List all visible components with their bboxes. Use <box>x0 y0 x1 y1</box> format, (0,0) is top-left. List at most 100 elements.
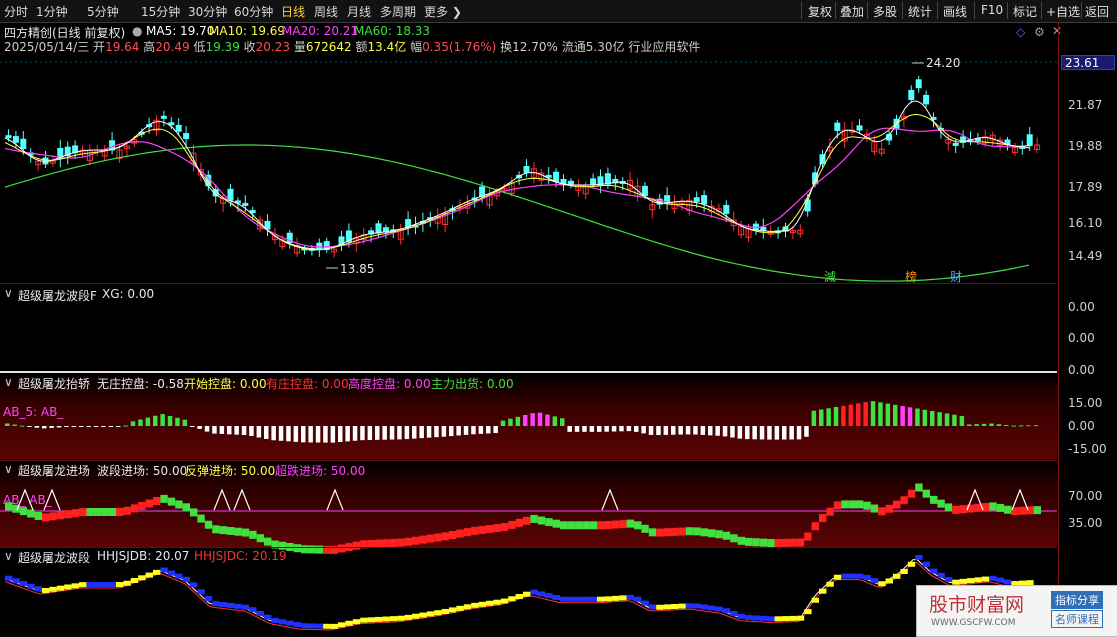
band-segment <box>819 588 827 594</box>
band-segment <box>175 573 183 579</box>
y-tick: 70.00 <box>1068 489 1103 503</box>
back-button[interactable]: 返回 <box>1085 3 1109 20</box>
y-tick: 17.89 <box>1068 180 1103 194</box>
band-segment <box>907 561 916 567</box>
band-segment <box>219 602 227 608</box>
band-segment <box>249 607 257 613</box>
band-segment <box>397 615 405 621</box>
watermark-url: WWW.GSCFW.COM <box>931 618 1016 628</box>
band-segment <box>412 613 420 619</box>
band-segment <box>145 572 153 578</box>
band-segment <box>722 608 731 614</box>
band-segment <box>944 576 953 582</box>
band-segment <box>264 614 272 620</box>
band-segment <box>167 570 176 576</box>
band-segment <box>804 609 812 615</box>
band-segment <box>922 561 930 567</box>
band-segment <box>441 608 449 614</box>
band-segment <box>367 617 375 623</box>
y-tick: 16.10 <box>1068 216 1103 230</box>
band-segment <box>256 610 264 616</box>
band-segment <box>708 605 716 611</box>
band-segment <box>463 604 472 610</box>
y-tick: 0.00 <box>1068 331 1095 345</box>
band-segment <box>382 616 390 622</box>
band-segment <box>930 568 938 574</box>
band-segment <box>863 575 871 581</box>
band-segment <box>523 591 531 597</box>
band-segment <box>752 615 760 621</box>
band-segment <box>796 615 805 621</box>
band-segment <box>241 604 250 610</box>
band-segment <box>715 606 723 612</box>
band-segment <box>937 572 945 578</box>
divider <box>1081 2 1082 19</box>
band-segment <box>182 576 190 582</box>
band-segment <box>493 599 501 605</box>
band-segment <box>833 574 842 580</box>
band-segment <box>900 569 908 575</box>
y-tick: 21.87 <box>1068 98 1103 112</box>
band-segment <box>634 596 642 602</box>
band-segment <box>426 611 435 617</box>
band-segment <box>996 577 1004 583</box>
band-segment <box>42 587 50 593</box>
indicator4-chart <box>4 554 1034 631</box>
band-segment <box>27 583 35 589</box>
band-segment <box>959 578 967 584</box>
band-segment <box>841 573 849 579</box>
band-segment <box>49 586 57 592</box>
band-segment <box>345 620 353 626</box>
band-segment <box>12 578 20 584</box>
band-segment <box>545 593 553 599</box>
band-segment <box>641 600 649 606</box>
band-segment <box>101 582 109 587</box>
band-segment <box>811 597 819 603</box>
band-segment <box>656 604 664 610</box>
band-segment <box>293 621 301 627</box>
band-segment <box>989 575 997 581</box>
y-tick: 15.00 <box>1068 396 1103 410</box>
band-segment <box>456 605 464 611</box>
y-tick: 0.00 <box>1068 363 1095 377</box>
band-segment <box>878 581 886 587</box>
band-segment <box>323 623 331 629</box>
band-segment <box>116 582 124 587</box>
watermark-site: 股市财富网 <box>929 594 1025 616</box>
band-segment <box>197 589 205 595</box>
hhsjdb-line <box>4 558 1030 628</box>
band-segment <box>700 604 708 610</box>
band-segment <box>486 600 494 606</box>
band-segment <box>271 617 279 623</box>
band-segment <box>782 616 790 622</box>
band-segment <box>190 582 198 588</box>
band-segment <box>234 603 242 609</box>
band-segment <box>826 581 834 587</box>
band-segment <box>123 580 131 586</box>
watermark-tag1: 指标分享 <box>1051 591 1103 609</box>
band-segment <box>19 581 28 587</box>
band-segment <box>508 596 516 602</box>
band-segment <box>286 620 294 626</box>
y-tick: 0.00 <box>1068 300 1095 314</box>
band-segment <box>86 582 94 587</box>
band-segment <box>678 603 686 609</box>
band-segment <box>604 596 612 602</box>
band-segment <box>204 596 213 602</box>
band-segment <box>574 596 583 602</box>
band-segment <box>567 596 575 602</box>
band-segment <box>685 603 694 609</box>
band-segment <box>671 603 679 609</box>
band-segment <box>227 602 235 608</box>
y-tick: 35.00 <box>1068 516 1103 530</box>
band-segment <box>500 598 509 604</box>
band-segment <box>981 576 990 582</box>
band-segment <box>434 610 442 616</box>
band-segment <box>160 567 168 573</box>
band-segment <box>1004 579 1012 585</box>
band-segment <box>885 578 893 584</box>
band-segment <box>478 601 486 607</box>
band-segment <box>212 601 220 607</box>
band-segment <box>856 573 864 579</box>
band-segment <box>278 619 287 625</box>
